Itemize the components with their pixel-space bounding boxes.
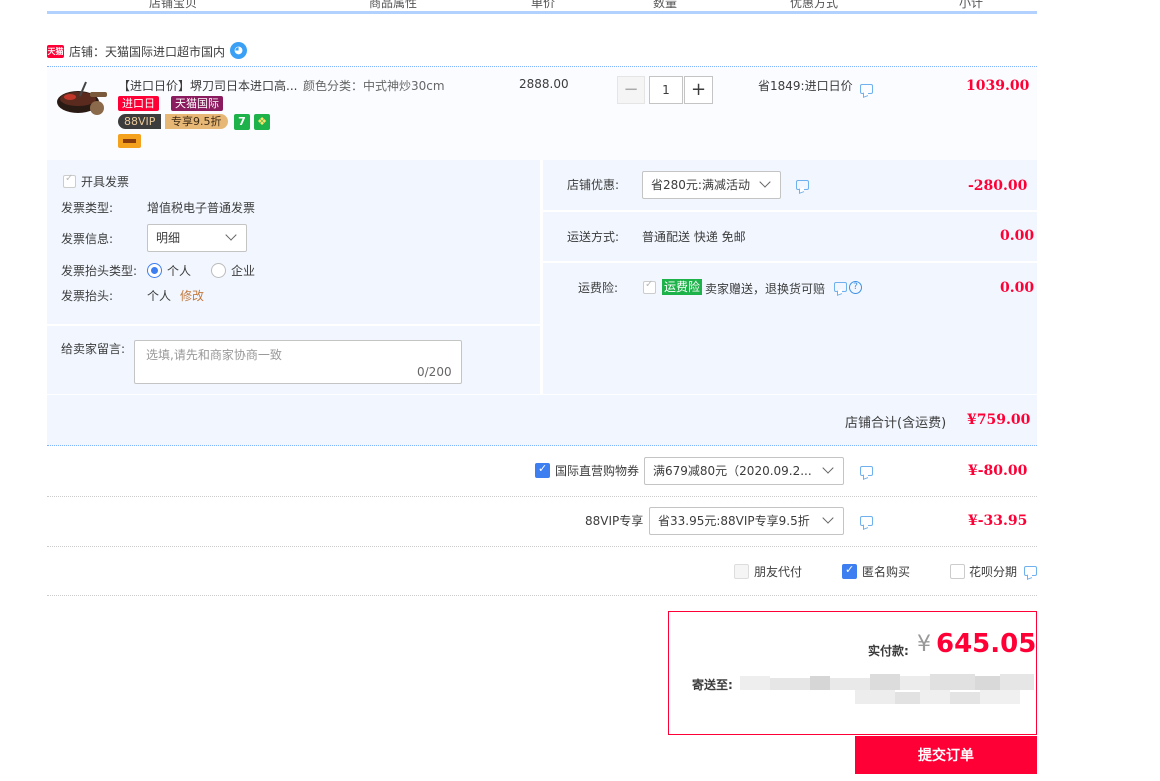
insurance-label: 运费险: <box>578 281 619 295</box>
shipping-amount: 0.00 <box>1000 228 1035 244</box>
invoice-checkbox[interactable] <box>63 173 76 188</box>
row-divider <box>47 595 1037 596</box>
anonymous-label[interactable]: 匿名购买 <box>862 563 910 580</box>
shipping-value: 普通配送 快递 免邮 <box>642 230 746 244</box>
memo-char-count: 0/200 <box>417 365 452 379</box>
wangwang-chat-icon[interactable]: ◕ <box>230 42 247 59</box>
credit-card-icon <box>118 134 141 148</box>
friend-pay-checkbox[interactable] <box>734 564 749 579</box>
comment-bubble-icon[interactable] <box>860 516 873 526</box>
memo-label: 给卖家留言: <box>61 342 126 356</box>
vip88-select[interactable]: 省33.95元:88VIP专享9.5折 <box>649 507 844 535</box>
shop-discount-select[interactable]: 省280元:满减活动 <box>642 171 781 199</box>
insurance-tag: 运费险 <box>662 279 703 295</box>
shop-discount-value: 省280元:满减活动 <box>651 178 750 192</box>
item-title-link[interactable]: 【进口日价】堺刀司日本进口高... <box>118 77 297 94</box>
vip-discount-tag: 专享9.5折 <box>165 114 228 129</box>
item-unit-price: 2888.00 <box>519 77 569 91</box>
huabei-label[interactable]: 花呗分期 <box>969 563 1017 580</box>
item-discount: 省1849:进口日价 <box>758 79 853 93</box>
payment-amount: 645.05 <box>936 629 1037 659</box>
help-icon[interactable]: ? <box>849 281 862 294</box>
invoice-edit-link[interactable]: 修改 <box>180 287 204 304</box>
coupon-checkbox[interactable] <box>535 462 550 478</box>
vip-tag: 88VIP <box>118 114 162 129</box>
payment-currency: ¥ <box>917 632 931 657</box>
company-radio-label[interactable]: 企业 <box>231 262 255 279</box>
header-col-attr: 商品属性 <box>369 0 418 10</box>
order-table-header: 店铺宝贝 商品属性 单价 数量 优惠方式 小计 <box>47 0 1037 14</box>
import-day-tag: 进口日 <box>118 96 159 111</box>
item-attribute: 颜色分类：中式神炒30cm <box>303 79 445 93</box>
payment-label: 实付款: <box>868 644 909 658</box>
insurance-amount: 0.00 <box>1000 280 1035 296</box>
quantity-input[interactable]: 1 <box>649 76 683 104</box>
shipping-label: 运送方式: <box>567 230 620 244</box>
memo-placeholder: 选填,请先和商家协商一致 <box>146 348 282 362</box>
invoice-checkbox-label: 开具发票 <box>81 175 130 189</box>
row-divider <box>47 496 1037 497</box>
tmall-intl-tag: 天猫国际 <box>171 96 223 111</box>
header-separator <box>604 0 605 11</box>
comment-bubble-icon[interactable] <box>860 466 873 476</box>
item-subtotal: 1039.00 <box>966 78 1030 94</box>
tmall-logo-icon: 天猫 <box>47 45 64 58</box>
seven-day-return-icon: 7 <box>234 114 250 130</box>
insurance-text: 卖家赠送，退换货可赔 <box>705 282 826 296</box>
comment-bubble-icon[interactable] <box>860 84 873 94</box>
personal-radio-label[interactable]: 个人 <box>167 262 191 279</box>
row-divider <box>47 546 1037 547</box>
header-col-qty: 数量 <box>653 0 678 10</box>
header-separator <box>725 0 726 11</box>
header-col-subtotal: 小计 <box>959 0 984 10</box>
submit-order-button[interactable]: 提交订单 <box>855 736 1037 774</box>
quantity-decrease-button[interactable]: − <box>617 76 645 104</box>
company-radio[interactable] <box>211 263 226 278</box>
header-col-discount: 优惠方式 <box>790 0 839 10</box>
coupon-label: 国际直营购物券 <box>555 464 640 478</box>
invoice-type-label: 发票类型: <box>61 201 114 215</box>
vip88-value: 省33.95元:88VIP专享9.5折 <box>658 514 810 528</box>
personal-radio[interactable] <box>147 263 162 278</box>
coupon-select[interactable]: 满679减80元（2020.09.2... <box>644 457 844 485</box>
invoice-info-value: 明细 <box>156 231 181 245</box>
invoice-header-value: 个人 <box>147 289 172 303</box>
invoice-header-type-label: 发票抬头类型: <box>61 264 138 278</box>
product-thumbnail[interactable] <box>56 80 108 118</box>
header-separator <box>483 0 484 11</box>
vip88-amount: ¥-33.95 <box>968 513 1028 529</box>
coupon-value: 满679减80元（2020.09.2... <box>653 464 812 478</box>
vip88-label: 88VIP专享 <box>585 514 644 528</box>
comment-bubble-icon[interactable] <box>834 282 847 292</box>
invoice-header-label: 发票抬头: <box>61 289 114 303</box>
comment-bubble-icon[interactable] <box>796 180 809 190</box>
coupon-amount: ¥-80.00 <box>968 463 1028 479</box>
header-separator <box>906 0 907 11</box>
quantity-increase-button[interactable]: + <box>684 76 713 104</box>
shop-name[interactable]: 店铺：天猫国际进口超市国内 <box>69 43 225 60</box>
friend-pay-label[interactable]: 朋友代付 <box>754 563 802 580</box>
ship-to-label: 寄送至: <box>692 678 733 692</box>
shop-discount-amount: -280.00 <box>968 178 1028 194</box>
guarantee-icon: ❖ <box>254 114 270 130</box>
huabei-checkbox[interactable] <box>950 564 965 579</box>
shop-total-amount: ¥759.00 <box>967 412 1031 428</box>
invoice-type-value: 增值税电子普通发票 <box>147 201 256 215</box>
shop-total-label: 店铺合计(含运费) <box>845 416 947 431</box>
header-col-price: 单价 <box>531 0 556 10</box>
anonymous-checkbox[interactable] <box>842 563 857 579</box>
insurance-checkbox[interactable] <box>643 279 656 294</box>
header-separator <box>302 0 303 11</box>
shop-discount-label: 店铺优惠: <box>567 178 620 192</box>
invoice-info-label: 发票信息: <box>61 232 114 246</box>
comment-bubble-icon[interactable] <box>1024 566 1037 576</box>
header-col-item: 店铺宝贝 <box>149 0 198 10</box>
